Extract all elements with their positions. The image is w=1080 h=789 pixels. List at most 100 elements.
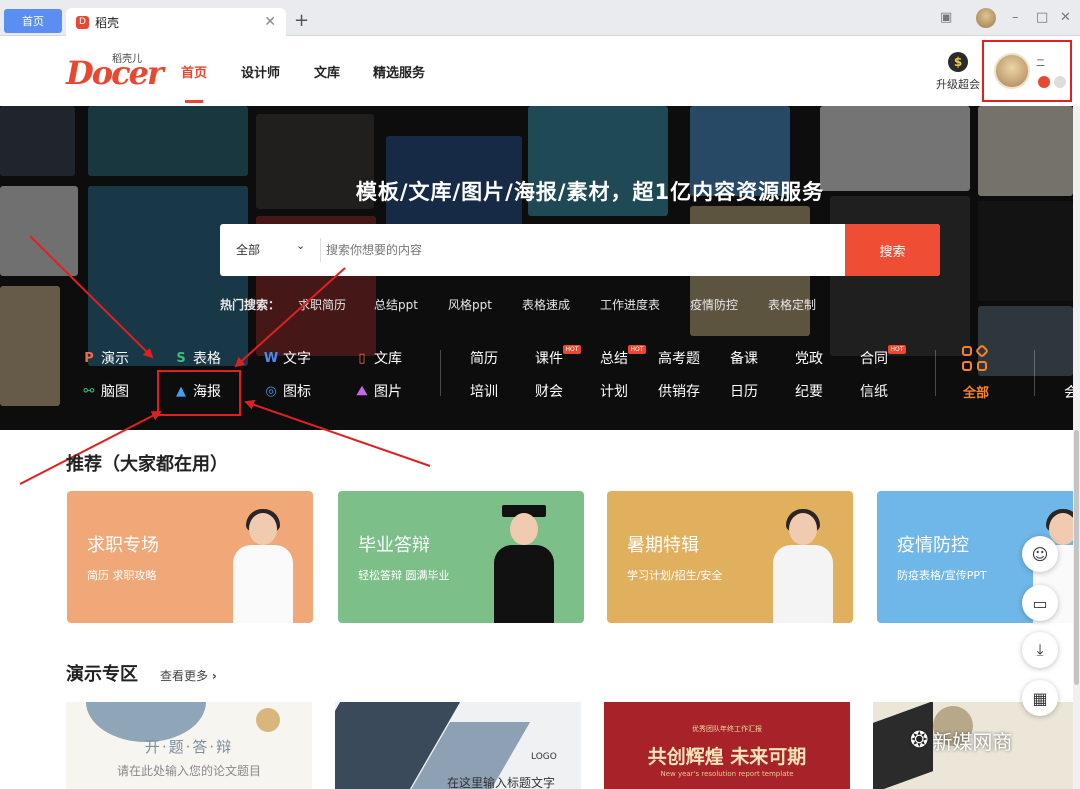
card-job-hunting[interactable]: 求职专场 简历 求职攻略: [67, 491, 313, 623]
tool-library[interactable]: ▯ 文库: [355, 348, 402, 368]
nav-home[interactable]: 首页: [181, 62, 207, 81]
scrollbar-thumb[interactable]: [1074, 430, 1079, 685]
topic-calendar[interactable]: 日历: [730, 381, 758, 401]
hot-badge: HOT: [888, 345, 906, 354]
person-illustration: [488, 505, 558, 623]
tool-label: 文库: [374, 351, 402, 367]
close-window-icon[interactable]: ✕: [1060, 10, 1071, 25]
docer-logo[interactable]: Docer 稻壳儿: [66, 50, 164, 92]
template-title: 共创辉煌 未来可期: [647, 746, 807, 768]
card-summer[interactable]: 暑期特辑 学习计划/招生/安全: [607, 491, 853, 623]
mindmap-icon: ⚯: [83, 383, 95, 399]
all-categories-button[interactable]: 全部: [963, 382, 989, 401]
window-number-icon[interactable]: ▣: [940, 10, 952, 25]
search-button[interactable]: 搜索: [845, 224, 940, 276]
tool-label: 表格: [193, 351, 221, 367]
template-subtitle: New year's resolution report template: [660, 770, 794, 778]
user-name: 二: [1036, 59, 1046, 69]
card-title: 求职专场: [87, 535, 159, 556]
nav-designer[interactable]: 设计师: [241, 62, 280, 81]
topic-letter-paper[interactable]: 信纸: [860, 381, 888, 401]
tool-icons[interactable]: ◎ 图标: [264, 381, 311, 401]
user-avatar[interactable]: [994, 53, 1030, 89]
template-subtitle: 请在此处输入您的论文题目: [116, 764, 261, 778]
maximize-icon[interactable]: □: [1036, 10, 1048, 25]
search-input[interactable]: [326, 236, 826, 264]
qrcode-icon[interactable]: ▦: [1022, 680, 1058, 716]
topic-exam[interactable]: 高考题: [658, 348, 700, 368]
tool-label: 演示: [101, 351, 129, 367]
nav-library[interactable]: 文库: [314, 62, 340, 81]
upgrade-vip-button[interactable]: $ 升级超会: [936, 52, 980, 92]
user-profile-highlight[interactable]: 二: [982, 40, 1072, 102]
poster-highlight-box: [157, 370, 241, 416]
new-tab-icon[interactable]: +: [294, 10, 309, 31]
person-illustration: [767, 505, 837, 623]
chat-icon[interactable]: ▭: [1022, 585, 1058, 621]
writer-icon: W: [263, 350, 279, 366]
hot-search-item[interactable]: 求职简历: [298, 296, 346, 313]
hot-search-item[interactable]: 表格定制: [768, 296, 816, 313]
hot-search-item[interactable]: 疫情防控: [690, 296, 738, 313]
user-icon[interactable]: ☺: [1022, 536, 1058, 572]
topic-contract[interactable]: 合同: [860, 348, 888, 368]
minimize-icon[interactable]: –: [1012, 10, 1019, 25]
topic-training[interactable]: 培训: [470, 381, 498, 401]
grid-icon[interactable]: [962, 343, 990, 374]
card-title: 疫情防控: [897, 535, 969, 556]
view-more-link[interactable]: 查看更多 ›: [160, 667, 217, 684]
topic-resume[interactable]: 简历: [470, 348, 498, 368]
card-title: 暑期特辑: [627, 535, 699, 556]
browser-titlebar: 首页 D 稻壳 ✕ + ▣ – □ ✕: [0, 0, 1080, 36]
tool-label: 图片: [374, 384, 402, 400]
tool-mindmap[interactable]: ⚯ 脑图: [82, 381, 129, 401]
nav-active-indicator: [185, 100, 203, 103]
card-graduation[interactable]: 毕业答辩 轻松答辩 圆满毕业: [338, 491, 584, 623]
template-card[interactable]: LOGO 在这里输入标题文字: [335, 702, 581, 789]
topic-lesson-prep[interactable]: 备课: [730, 348, 758, 368]
tool-label: 脑图: [101, 384, 129, 400]
level-badge-icon: [1054, 76, 1066, 88]
template-card[interactable]: 优秀团队年终工作汇报 共创辉煌 未来可期 New year's resoluti…: [604, 702, 850, 789]
tool-writer[interactable]: W 文字: [264, 348, 311, 368]
tool-label: 文字: [283, 351, 311, 367]
download-icon[interactable]: ⤓: [1022, 632, 1058, 668]
close-tab-icon[interactable]: ✕: [264, 14, 276, 30]
topic-accounting[interactable]: 财会: [535, 381, 563, 401]
template-title: 在这里输入标题文字: [447, 776, 556, 789]
card-title: 毕业答辩: [358, 535, 430, 556]
topic-inventory[interactable]: 供销存: [658, 381, 700, 401]
template-top-text: 优秀团队年终工作汇报: [692, 725, 762, 733]
icon-library-icon: ◎: [265, 383, 277, 399]
template-logo: LOGO: [531, 752, 557, 762]
topic-plan[interactable]: 计划: [600, 381, 628, 401]
present-section-title: 演示专区: [66, 664, 138, 685]
person-illustration: [227, 505, 297, 623]
browser-avatar[interactable]: [976, 8, 996, 28]
topic-summary[interactable]: 总结: [600, 348, 628, 368]
divider: [440, 350, 441, 396]
tab-docer[interactable]: D 稻壳 ✕: [66, 8, 286, 36]
tab-home[interactable]: 首页: [4, 9, 62, 33]
hot-badge: HOT: [563, 345, 581, 354]
hot-search-item[interactable]: 工作进度表: [600, 296, 660, 313]
hot-search-item[interactable]: 表格速成: [522, 296, 570, 313]
topic-party[interactable]: 党政: [795, 348, 823, 368]
template-card[interactable]: 开·题·答·辩 请在此处输入您的论文题目: [66, 702, 312, 789]
divider: [935, 350, 936, 396]
hot-search-item[interactable]: 总结ppt: [374, 296, 418, 313]
watermark: ❂ 新媒网商: [910, 726, 1012, 755]
tool-spreadsheet[interactable]: S 表格: [174, 348, 221, 368]
card-subtitle: 轻松答辩 圆满毕业: [358, 569, 450, 582]
tool-presentation[interactable]: P 演示: [82, 348, 129, 368]
chevron-down-icon[interactable]: ⌄: [296, 239, 305, 252]
topic-minutes[interactable]: 纪要: [795, 381, 823, 401]
image-icon: ⛰: [356, 383, 368, 399]
tool-images[interactable]: ⛰ 图片: [355, 381, 402, 401]
hot-search-item[interactable]: 风格ppt: [448, 296, 492, 313]
presentation-icon: P: [84, 350, 94, 366]
view-more-label: 查看更多: [160, 669, 209, 683]
search-category-select[interactable]: 全部: [236, 241, 260, 258]
topic-courseware[interactable]: 课件: [535, 348, 563, 368]
nav-services[interactable]: 精选服务: [373, 62, 425, 81]
